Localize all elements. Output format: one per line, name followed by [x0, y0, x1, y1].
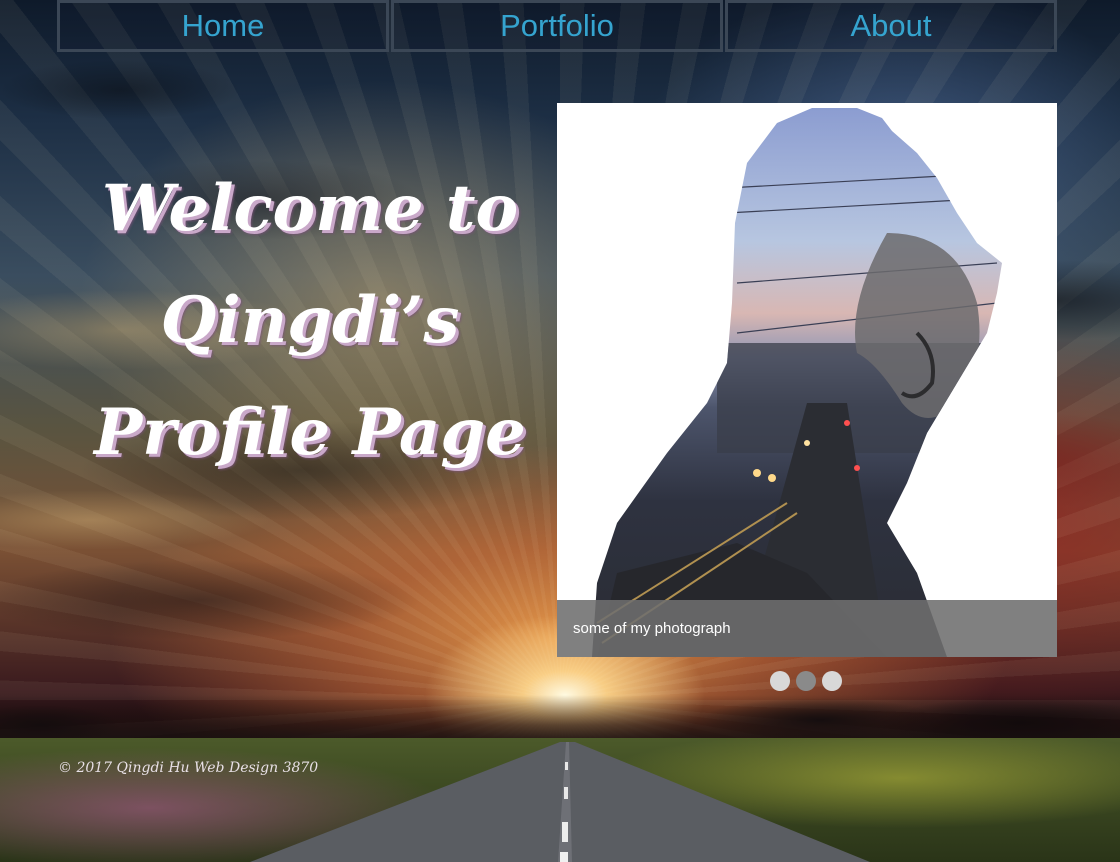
nav-portfolio-link[interactable]: Portfolio: [391, 0, 723, 52]
slideshow-pagination: [770, 671, 848, 691]
page-title-line-3: Profile Page: [94, 394, 526, 470]
hooded-figure-photo: [557, 103, 1057, 657]
nav-about-link[interactable]: About: [725, 0, 1057, 52]
main-nav: Home Portfolio About: [57, 0, 1057, 52]
slideshow-image[interactable]: some of my photograph: [557, 103, 1057, 657]
slideshow-caption: some of my photograph: [573, 620, 731, 637]
page-title: Welcome to Qingdi’s Profile Page: [70, 153, 550, 489]
slideshow-dot-3[interactable]: [822, 671, 842, 691]
page-title-line-1: Welcome to: [101, 170, 519, 246]
slideshow-dot-1[interactable]: [770, 671, 790, 691]
page-title-line-2: Qingdi’s: [160, 282, 460, 358]
slideshow-caption-bar: some of my photograph: [557, 600, 1057, 657]
footer-copyright: © 2017 Qingdi Hu Web Design 3870: [58, 760, 319, 776]
slideshow-dot-2[interactable]: [796, 671, 816, 691]
nav-home-link[interactable]: Home: [57, 0, 389, 52]
